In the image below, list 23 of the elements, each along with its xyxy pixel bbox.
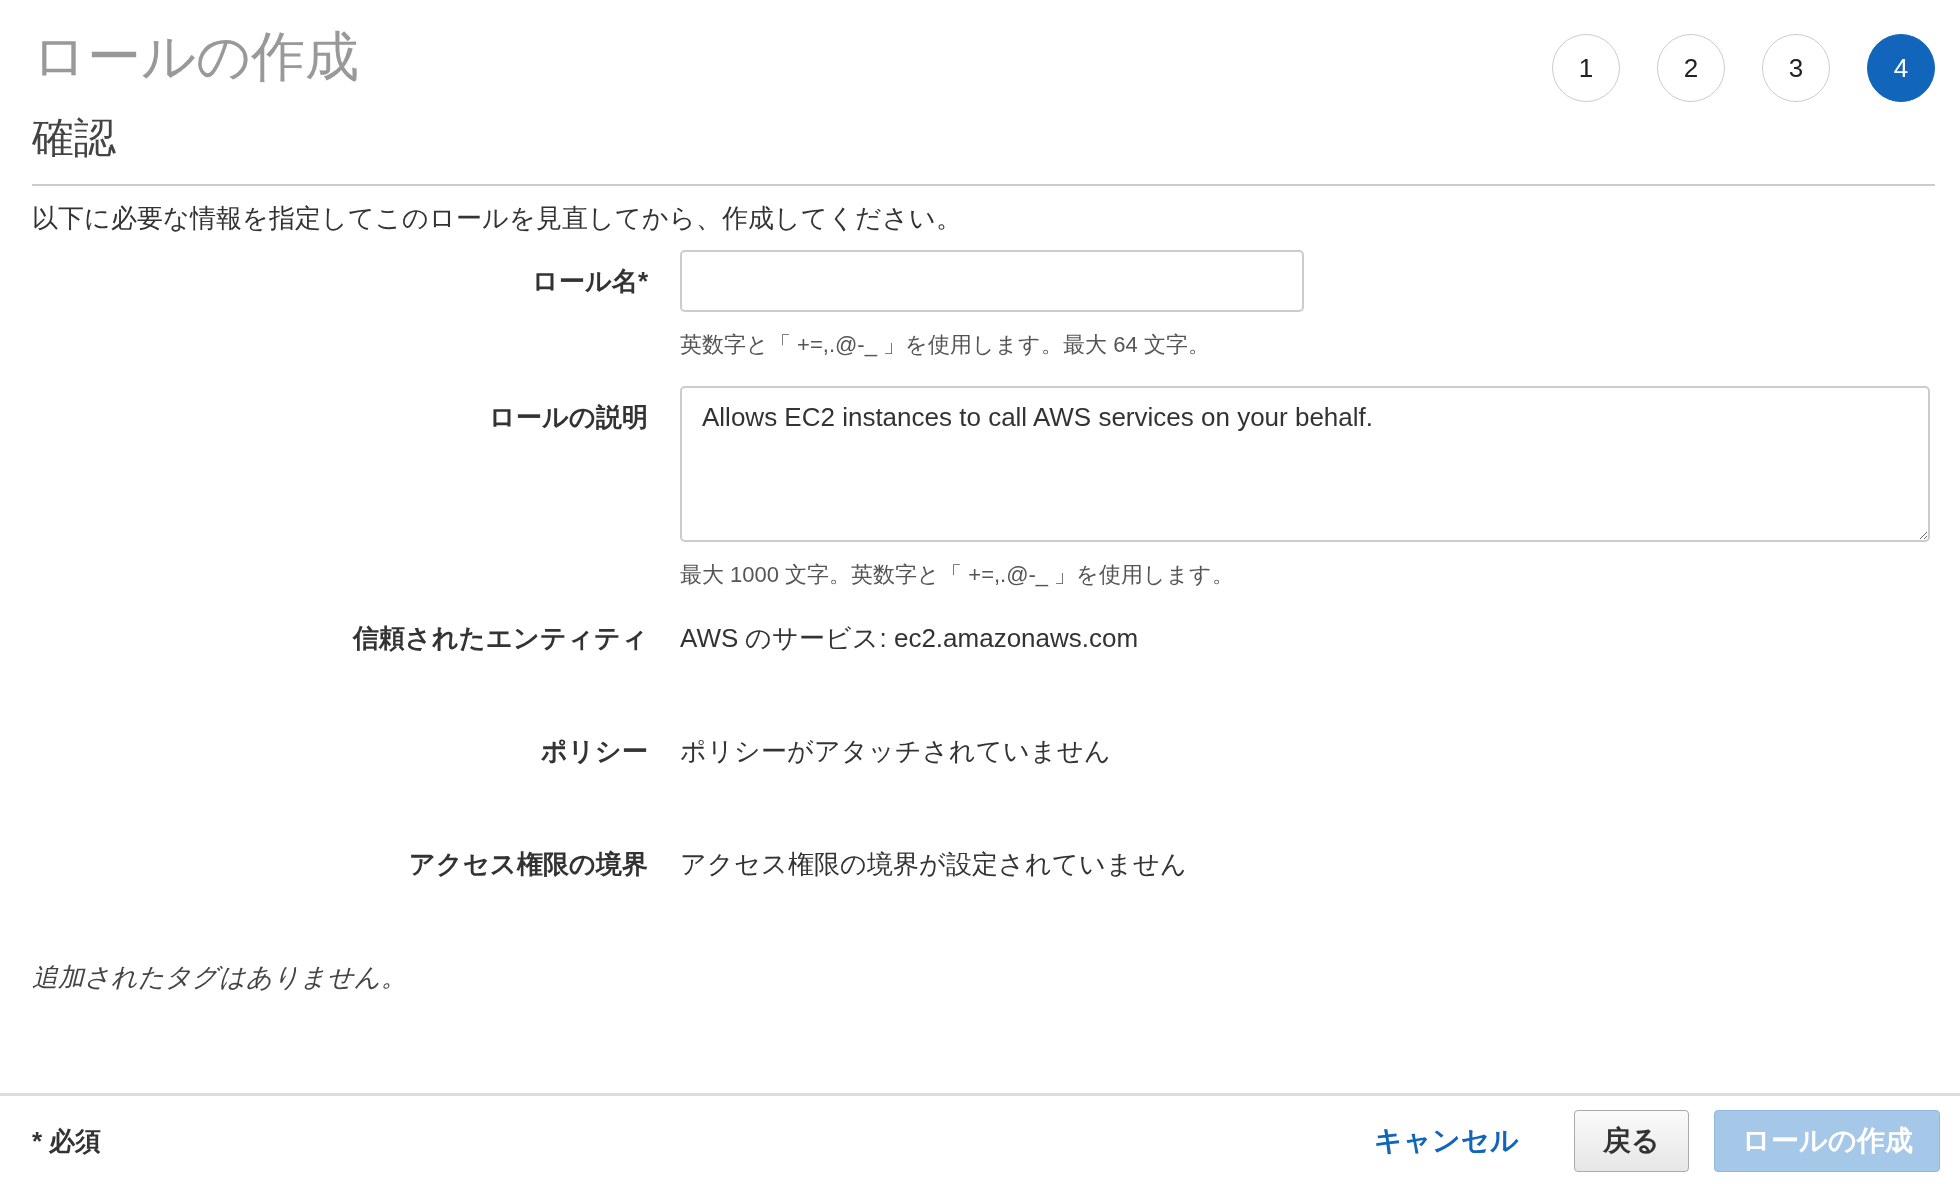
step-indicator: 2 [1657, 34, 1725, 102]
field-value: アクセス権限の境界が設定されていません [680, 848, 1187, 881]
field-label: ポリシー [540, 735, 648, 768]
tags-note: 追加されたタグはありません。 [32, 961, 408, 994]
role-name-input[interactable] [680, 250, 1304, 312]
field-label: ロール名* [530, 265, 648, 298]
intro-text: 以下に必要な情報を指定してこのロールを見直してから、作成してください。 [32, 202, 963, 235]
step-indicator: 1 [1552, 34, 1620, 102]
field-label: ロールの説明 [488, 401, 648, 434]
field-label: 信頼されたエンティティ [351, 622, 648, 655]
back-button[interactable]: 戻る [1574, 1110, 1689, 1172]
page-title: ロールの作成 [32, 25, 359, 88]
description-textarea[interactable]: Allows EC2 instances to call AWS services on your behalf. [680, 386, 1930, 542]
step-indicator: 4 [1867, 34, 1935, 102]
field-label: アクセス権限の境界 [408, 848, 648, 881]
required-note: * 必須 [32, 1124, 103, 1158]
field-value: AWS のサービス: ec2.amazonaws.com [680, 622, 1139, 655]
field-hint: 英数字と「 +=,.@-_ 」を使用します。最大 64 文字。 [680, 331, 1210, 359]
cancel-link[interactable]: キャンセル [1374, 1122, 1519, 1160]
section-heading: 確認 [32, 113, 117, 163]
field-hint: 最大 1000 文字。英数字と「 +=,.@-_ 」を使用します。 [680, 561, 1235, 589]
field-value: ポリシーがアタッチされていません [680, 735, 1111, 768]
step-indicator: 3 [1762, 34, 1830, 102]
